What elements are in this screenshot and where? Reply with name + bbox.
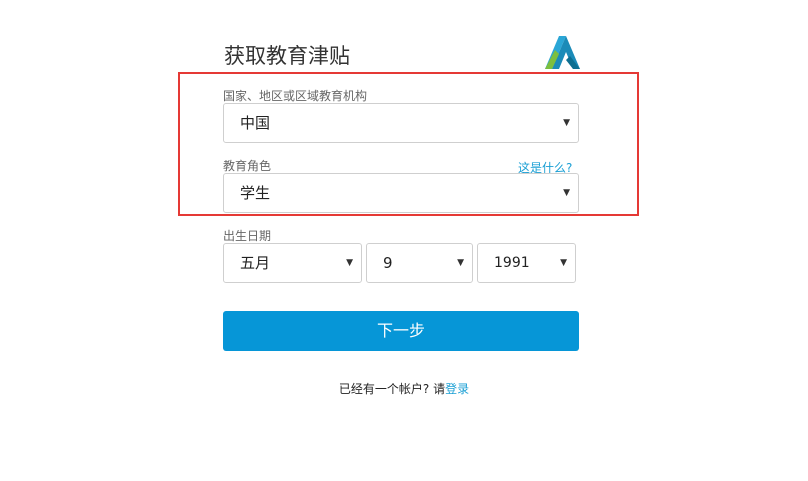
birth-day-select[interactable]: 9 ▼ xyxy=(366,243,473,283)
chevron-down-icon: ▼ xyxy=(457,258,464,268)
chevron-down-icon: ▼ xyxy=(563,118,570,128)
role-value: 学生 xyxy=(240,184,271,202)
login-prompt-text: 已经有一个帐户? 请 xyxy=(338,382,446,396)
chevron-down-icon: ▼ xyxy=(563,188,570,198)
autodesk-logo-icon xyxy=(545,36,580,69)
birthdate-label: 出生日期 xyxy=(223,229,272,243)
page-title: 获取教育津贴 xyxy=(224,44,350,68)
role-select[interactable]: 学生 ▼ xyxy=(223,173,579,213)
birth-year-select[interactable]: 1991 ▼ xyxy=(477,243,576,283)
birth-month-select[interactable]: 五月 ▼ xyxy=(223,243,362,283)
role-label: 教育角色 xyxy=(223,159,272,173)
chevron-down-icon: ▼ xyxy=(346,258,353,268)
chevron-down-icon: ▼ xyxy=(560,258,567,268)
birth-month-value: 五月 xyxy=(240,254,271,272)
country-value: 中国 xyxy=(240,114,271,132)
country-select[interactable]: 中国 ▼ xyxy=(223,103,579,143)
login-link[interactable]: 登录 xyxy=(445,382,469,396)
next-button[interactable]: 下一步 xyxy=(223,311,579,351)
birth-day-value: 9 xyxy=(383,254,393,272)
birth-year-value: 1991 xyxy=(494,255,530,271)
country-label: 国家、地区或区域教育机构 xyxy=(223,89,368,103)
login-prompt: 已经有一个帐户? 请登录 xyxy=(0,380,808,397)
